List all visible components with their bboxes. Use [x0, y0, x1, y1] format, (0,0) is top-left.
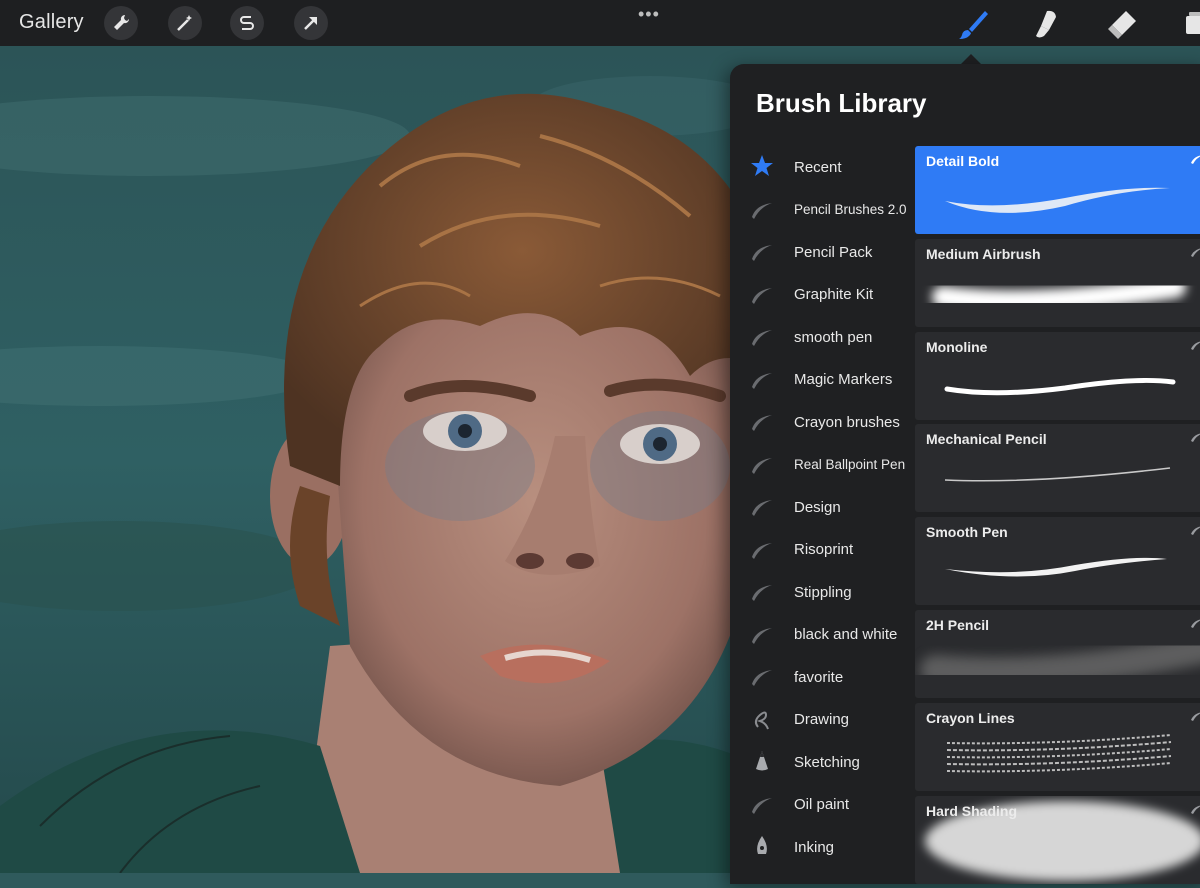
brush-set-label: favorite [794, 668, 844, 686]
brush-stroke-icon [752, 670, 772, 686]
brush-set-real-ballpoint-pen[interactable]: Real Ballpoint Pen [730, 444, 916, 487]
smudge-icon[interactable] [1027, 6, 1063, 42]
brush-set-list: Recent Pencil Brushes 2.0 Pencil Pack Gr… [730, 146, 916, 869]
stroke-preview [944, 377, 1176, 395]
brush-item-hard-shading[interactable]: Hard Shading [915, 795, 1200, 884]
brush-set-drawing[interactable]: Drawing [730, 699, 916, 742]
brush-stroke-icon [752, 542, 772, 559]
pencil-tip-icon [756, 751, 768, 771]
brush-set-recent[interactable]: Recent [730, 146, 916, 189]
brush-set-magic-markers[interactable]: Magic Markers [730, 359, 916, 402]
brush-set-label: Stippling [794, 583, 852, 601]
brush-set-label: Real Ballpoint Pen [794, 457, 906, 473]
brush-icon[interactable] [955, 6, 991, 42]
brush-set-pencil-brushes-2[interactable]: Pencil Brushes 2.0 [730, 189, 916, 232]
brush-set-label: Inking [794, 838, 835, 856]
brush-set-label: Pencil Brushes 2.0 [794, 202, 907, 218]
more-options-button[interactable]: ••• [638, 4, 660, 25]
brush-set-pencil-pack[interactable]: Pencil Pack [730, 231, 916, 274]
brush-item-smooth-pen[interactable]: Smooth Pen [915, 517, 1200, 606]
brush-set-label: Graphite Kit [794, 286, 874, 304]
brush-set-label: Pencil Pack [794, 243, 873, 261]
brush-set-risoprint[interactable]: Risoprint [730, 529, 916, 572]
brush-stroke-icon [752, 627, 772, 644]
brush-set-sketching[interactable]: Sketching [730, 741, 916, 784]
brush-stroke-icon [752, 372, 772, 389]
brush-set-label: Drawing [794, 711, 850, 729]
brush-set-smooth-pen[interactable]: smooth pen [730, 316, 916, 359]
brush-set-label: Oil paint [794, 796, 850, 814]
brush-set-crayon-brushes[interactable]: Crayon brushes [730, 401, 916, 444]
brush-library-panel: Brush Library Recent Pencil Brushes 2.0 … [730, 64, 1200, 884]
brush-set-design[interactable]: Design [730, 486, 916, 529]
selection-s-icon[interactable] [230, 6, 264, 40]
brush-stroke-icon [752, 415, 772, 431]
stroke-preview [945, 558, 1167, 577]
brush-stroke-icon [752, 202, 772, 219]
layers-icon[interactable] [1180, 6, 1200, 42]
brush-set-oil-paint[interactable]: Oil paint [730, 784, 916, 827]
magic-wand-icon[interactable] [168, 6, 202, 40]
brush-set-stippling[interactable]: Stippling [730, 571, 916, 614]
brush-set-black-and-white[interactable]: black and white [730, 614, 916, 657]
top-toolbar: Gallery ••• [0, 0, 1200, 46]
brush-set-label: Sketching [794, 753, 860, 771]
star-icon [751, 155, 773, 176]
brush-stroke-icon [752, 585, 772, 601]
brush-stroke-icon [752, 330, 772, 346]
brush-item-detail-bold[interactable]: Detail Bold [915, 146, 1200, 234]
brush-item-mechanical-pencil[interactable]: Mechanical Pencil [915, 424, 1200, 513]
brush-set-graphite-kit[interactable]: Graphite Kit [730, 274, 916, 317]
brush-set-label: Crayon brushes [794, 413, 900, 431]
brush-item-2h-pencil[interactable]: 2H Pencil [915, 609, 1200, 698]
brush-stroke-icon [752, 287, 772, 304]
brush-set-label: Magic Markers [794, 371, 893, 389]
stroke-preview [944, 467, 1171, 482]
eraser-icon[interactable] [1104, 6, 1140, 42]
brush-list: Detail Bold Medium Airbrush Monoline Mec… [915, 146, 1200, 888]
brush-set-label: Recent [794, 158, 842, 176]
brush-set-inking[interactable]: Inking [730, 826, 916, 869]
brush-stroke-icon [752, 500, 772, 516]
pen-nib-icon [757, 836, 767, 854]
brush-set-label: black and white [794, 626, 898, 644]
brush-set-favorite[interactable]: favorite [730, 656, 916, 699]
stroke-preview [946, 733, 1172, 773]
brush-stroke-icon [1191, 805, 1200, 814]
squiggle-icon [754, 711, 769, 729]
wrench-icon[interactable] [104, 6, 138, 40]
transform-arrow-icon[interactable] [294, 6, 328, 40]
stroke-preview [920, 633, 1200, 688]
brush-item-crayon-lines[interactable]: Crayon Lines [915, 702, 1200, 791]
stroke-preview [945, 187, 1170, 213]
brush-set-label: Risoprint [794, 541, 854, 559]
brush-stroke-icon [752, 457, 772, 474]
stroke-preview [932, 275, 1186, 313]
brush-item-medium-airbrush[interactable]: Medium Airbrush [915, 238, 1200, 327]
brush-set-label: Design [794, 498, 841, 516]
gallery-button[interactable]: Gallery [19, 11, 84, 34]
brush-library-title: Brush Library [756, 88, 927, 118]
brush-set-label: smooth pen [794, 328, 873, 346]
brush-stroke-icon [752, 245, 772, 261]
brush-name: Hard Shading [926, 802, 1018, 819]
brush-stroke-icon [752, 797, 772, 814]
brush-item-monoline[interactable]: Monoline [915, 331, 1200, 420]
